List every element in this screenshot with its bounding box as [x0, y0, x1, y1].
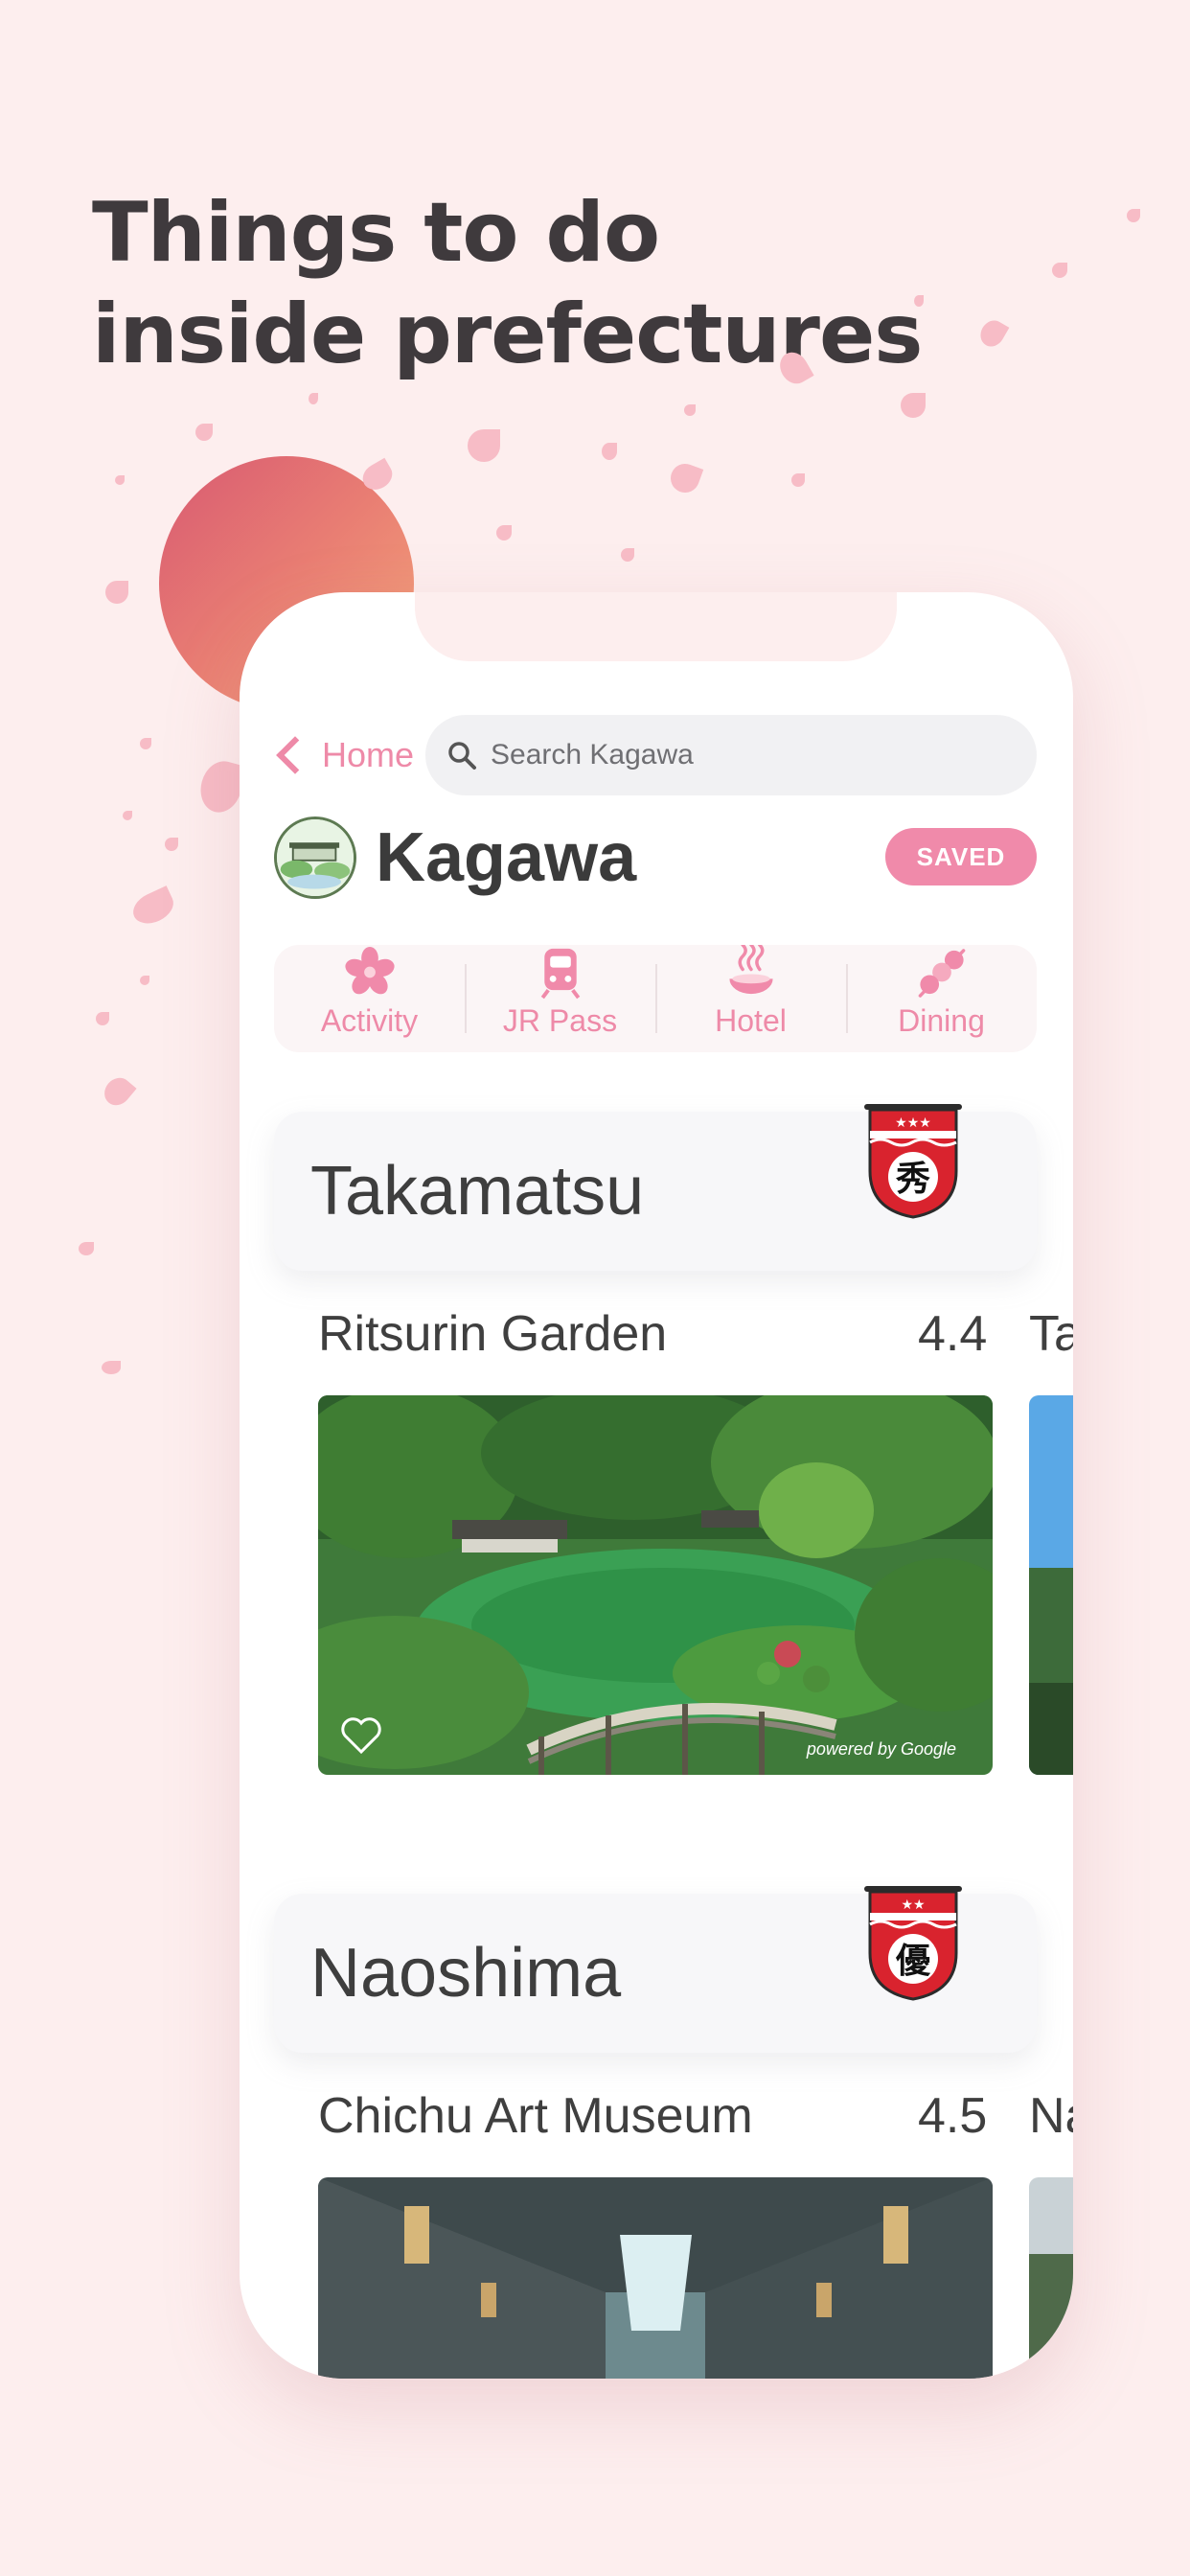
- category-label: Activity: [320, 1003, 419, 1038]
- next-photo-thumbnail: [1029, 2177, 1073, 2379]
- museum-photo: [318, 2177, 993, 2379]
- place-rating: 4.4: [918, 1306, 988, 1362]
- place-name: Ritsurin Garden: [318, 1306, 668, 1362]
- badge-character: 優: [895, 1942, 931, 1981]
- badge-stars: ★★★: [895, 1116, 931, 1131]
- category-label: Dining: [898, 1003, 985, 1038]
- category-hotel[interactable]: Hotel: [655, 945, 846, 1052]
- search-icon: [448, 742, 476, 770]
- place-row[interactable]: Ritsurin Garden 4.4 Ta: [318, 1305, 1073, 1363]
- rank-badge-icon: ★★ 優: [864, 1886, 962, 2001]
- chevron-left-icon: [276, 736, 314, 774]
- section-title: Naoshima: [310, 1935, 622, 2012]
- category-jr-pass[interactable]: JR Pass: [465, 945, 655, 1052]
- category-label: JR Pass: [502, 1003, 618, 1038]
- place-name: Chichu Art Museum: [318, 2088, 753, 2144]
- garden-icon: [277, 819, 354, 896]
- badge-stars: ★★: [901, 1898, 925, 1913]
- onsen-icon: [728, 945, 773, 995]
- photo-credit: powered by Google: [806, 1739, 956, 1759]
- category-label: Hotel: [715, 1003, 787, 1038]
- place-photo[interactable]: [318, 2177, 993, 2379]
- place-rating: 4.5: [918, 2088, 988, 2144]
- next-place-photo[interactable]: [1029, 1395, 1073, 1775]
- section-card-naoshima[interactable]: Naoshima ★★ 優: [274, 1886, 1037, 2053]
- place-row[interactable]: Chichu Art Museum 4.5 Na: [318, 2087, 1073, 2145]
- badge-character: 秀: [895, 1160, 930, 1199]
- section-card-takamatsu[interactable]: Takamatsu ★★★ 秀: [274, 1104, 1037, 1271]
- garden-photo: [318, 1395, 993, 1775]
- train-icon: [540, 948, 580, 1000]
- category-bar: Activity JR Pass Hotel Dining: [274, 945, 1037, 1052]
- prefecture-name: Kagawa: [376, 819, 637, 896]
- phone-notch: [415, 592, 897, 661]
- search-placeholder: Search Kagawa: [491, 739, 694, 770]
- category-activity[interactable]: Activity: [274, 945, 465, 1052]
- next-place-name[interactable]: Na: [1029, 2087, 1073, 2145]
- next-place-photo[interactable]: [1029, 2177, 1073, 2379]
- place-photo[interactable]: powered by Google: [318, 1395, 993, 1775]
- headline-line-1: Things to do: [92, 185, 660, 281]
- section-title: Takamatsu: [310, 1153, 645, 1230]
- saved-button[interactable]: SAVED: [885, 828, 1037, 886]
- top-bar: Home Search Kagawa: [274, 715, 1037, 795]
- prefecture-header: Kagawa SAVED: [274, 815, 1037, 901]
- next-photo-thumbnail: [1029, 1395, 1073, 1775]
- category-dining[interactable]: Dining: [846, 945, 1037, 1052]
- home-back-link[interactable]: Home: [274, 732, 414, 778]
- rank-badge-icon: ★★★ 秀: [864, 1104, 962, 1219]
- prefecture-avatar: [274, 816, 356, 899]
- phone-mockup: Home Search Kagawa Kagawa SAVED Activity…: [240, 592, 1073, 2379]
- dango-icon: [918, 949, 965, 998]
- home-back-label: Home: [322, 735, 415, 774]
- heart-icon[interactable]: [339, 1717, 383, 1756]
- next-place-name[interactable]: Ta: [1029, 1305, 1073, 1363]
- cherry-blossom-icon: [344, 946, 395, 995]
- search-input[interactable]: Search Kagawa: [425, 715, 1037, 795]
